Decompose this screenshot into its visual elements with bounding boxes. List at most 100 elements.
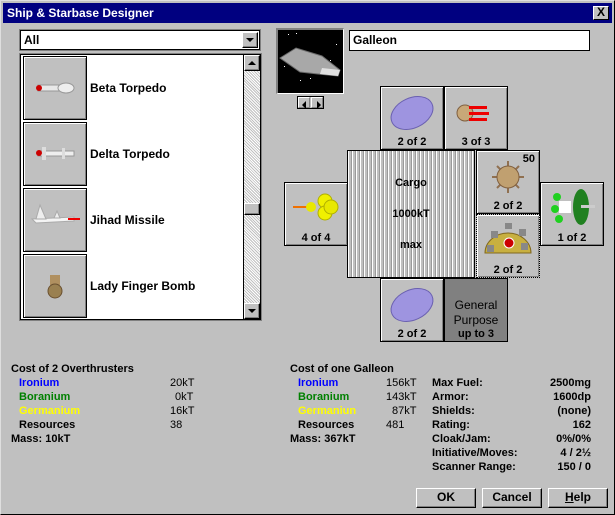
missile-icon[interactable] [23,188,87,252]
stat-value: 1600dp [553,391,591,403]
list-item-label: Beta Torpedo [90,81,167,95]
resources-label: Resources [298,419,355,431]
slot-scanner[interactable]: 1 of 2 [540,182,604,246]
cancel-label: Cancel [492,490,532,504]
boranium-value: 0kT [175,391,194,403]
slot-overthruster[interactable]: 3 of 3 [444,86,508,150]
stat-label: Scanner Range: [432,461,516,473]
list-item-label: Jihad Missile [90,213,165,227]
list-item-label: Delta Torpedo [90,147,170,161]
germanium-value: 16kT [170,405,195,417]
list-item[interactable]: Jihad Missile [23,188,243,252]
boranium-label: Boranium [298,391,350,403]
design-name-value: Galleon [353,33,398,47]
stat-label: Rating: [432,419,470,431]
window-title: Ship & Starbase Designer [7,6,154,20]
slot-mine-layer[interactable]: 50 2 of 2 [476,150,540,214]
ironium-label: Ironium [19,377,60,389]
general-purpose-line2: Purpose [453,313,499,327]
cargo-label: Cargo [395,177,427,189]
ironium-value: 156kT [386,377,417,389]
stat-label: Shields: [432,405,475,417]
resources-value: 481 [386,419,405,431]
scroll-thumb[interactable] [244,203,260,215]
stat-value: 4 / 2½ [560,447,591,459]
prev-hull-button[interactable] [298,97,310,109]
stat-label: Armor: [432,391,469,403]
cargo-capacity: 1000kT [392,208,430,220]
boranium-label: Boranium [19,391,71,403]
cancel-button[interactable]: Cancel [482,488,542,508]
close-button[interactable]: X [593,6,609,20]
chevron-down-icon [246,38,254,42]
chevron-down-icon [248,309,256,313]
armor-plate-icon [390,96,434,130]
stat-label: Cloak/Jam: [432,433,491,445]
list-item-label: Lady Finger Bomb [90,279,196,293]
germanium-label: Germaniun [298,405,357,417]
slot-count: 2 of 2 [397,136,427,148]
slot-count: 1 of 2 [557,232,587,244]
ship-cost-title: Cost of one Galleon [290,363,394,375]
slot-engine[interactable]: 4 of 4 [284,182,348,246]
arrow-right-icon [317,101,321,109]
slot-general-purpose[interactable]: General Purpose up to 3 [444,278,508,342]
list-scrollbar[interactable] [243,55,260,319]
cargo-bay[interactable]: Cargo 1000kT max [347,150,475,278]
slot-count: 2 of 2 [493,264,523,276]
close-icon: X [596,5,605,19]
ship-mass: Mass: 367kT [290,433,356,445]
list-item[interactable]: Delta Torpedo [23,122,243,186]
list-item[interactable]: Beta Torpedo [23,56,243,120]
general-purpose-line1: General [454,298,498,312]
armor-plate-icon [390,288,434,322]
ironium-value: 20kT [170,377,195,389]
hull-nav [297,96,324,109]
torpedo-icon[interactable] [23,56,87,120]
hull-image [276,28,344,94]
bomb-icon[interactable] [23,254,87,318]
scroll-up-button[interactable] [244,55,260,71]
help-accelerator: H [564,490,574,504]
ironium-label: Ironium [298,377,339,389]
general-purpose-capacity: up to 3 [457,328,495,340]
help-button[interactable]: Help [548,488,608,508]
component-cost-title: Cost of 2 Overthrusters [11,363,134,375]
galleon-hull-icon [279,47,341,77]
slot-armor-top[interactable]: 2 of 2 [380,86,444,150]
slot-count: 2 of 2 [493,200,523,212]
filter-selected-value: All [24,33,40,47]
mine-icon [492,161,524,193]
chevron-up-icon [248,61,256,65]
stat-value: 2500mg [550,377,591,389]
ok-label: OK [437,490,455,504]
slot-count: 3 of 3 [461,136,491,148]
torpedo-icon[interactable] [23,122,87,186]
cargo-max-label: max [399,239,423,251]
boranium-value: 143kT [386,391,417,403]
scanner-dish-icon [551,189,595,225]
slot-armor-bottom[interactable]: 2 of 2 [380,278,444,342]
stat-value: 0%/0% [556,433,591,445]
ok-button[interactable]: OK [416,488,476,508]
next-hull-button[interactable] [311,97,323,109]
slot-shield-selected[interactable]: 2 of 2 [476,214,540,278]
stat-label: Initiative/Moves: [432,447,518,459]
scroll-down-button[interactable] [244,303,260,319]
design-name-input[interactable]: Galleon [349,30,590,51]
shield-dome-icon [484,223,532,254]
list-item[interactable]: Lady Finger Bomb [23,254,243,318]
resources-label: Resources [19,419,76,431]
slot-count: 2 of 2 [397,328,427,340]
engine-icon [293,193,339,221]
stat-value: 162 [572,419,591,431]
dropdown-arrow-button[interactable] [242,32,258,48]
ship-designer-window: Ship & Starbase Designer X All Beta Torp… [0,0,615,515]
resources-value: 38 [170,419,183,431]
component-mass: Mass: 10kT [11,433,71,445]
title-bar: Ship & Starbase Designer X [3,3,612,23]
help-label: elp [573,490,591,504]
component-filter-dropdown[interactable]: All [19,29,261,51]
slot-count: 4 of 4 [301,232,331,244]
stat-value: 150 / 0 [557,461,591,473]
